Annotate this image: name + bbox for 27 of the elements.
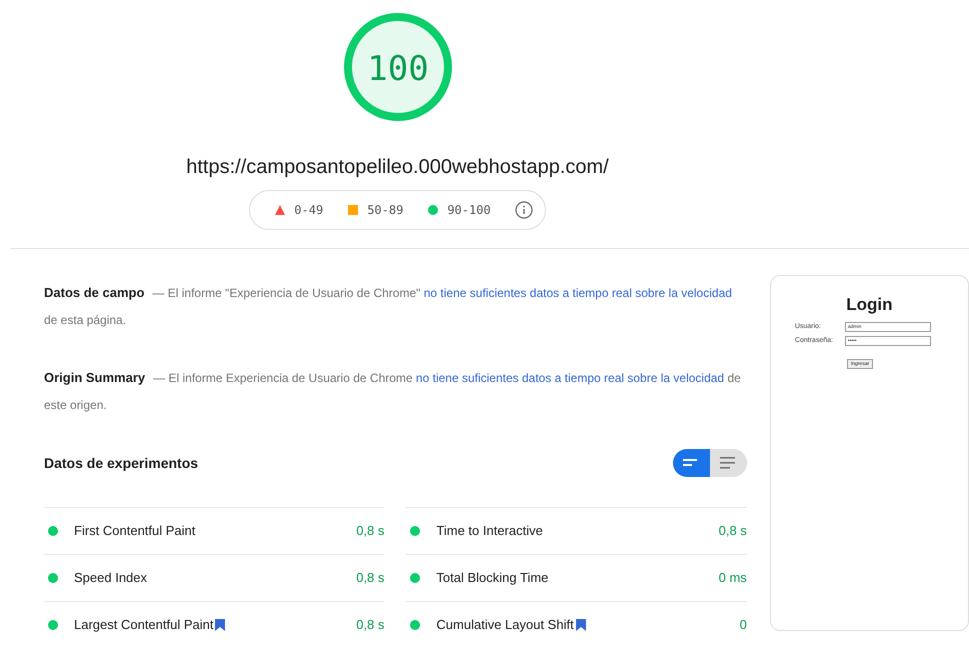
metric-name: First Contentful Paint: [74, 522, 196, 540]
metric-value: 0,8 s: [356, 616, 384, 634]
range-label: 50-89: [367, 202, 404, 219]
metric-name: Speed Index: [74, 569, 148, 588]
data-note: Datos de campo — El informe "Experiencia de Usuario de Chrome" no tiene suficientes datos a tiempo real sobre la velocidad de esta página.: [44, 284, 733, 329]
metric-value: 0: [740, 616, 747, 634]
metric-name: Cumulative Layout Shift: [436, 616, 574, 634]
metric-value: 0,8 s: [356, 569, 384, 588]
score-gauge: 100: [342, 12, 452, 122]
short-lines-icon: [683, 458, 700, 468]
range-label: 0-49: [294, 202, 324, 219]
section-title: Datos de experimentos: [44, 454, 198, 473]
metric-value: 0,8 s: [718, 522, 747, 540]
info-icon[interactable]: [514, 201, 533, 219]
compact-view-button[interactable]: [672, 449, 710, 477]
page-url: https://camposantopelileo.000webhostapp.com/: [186, 155, 609, 180]
metric-name: Time to Interactive: [436, 522, 543, 540]
metric-name: Total Blocking Time: [436, 569, 548, 588]
range-label: 90-100: [447, 202, 491, 219]
metric-value: 0,8 s: [356, 522, 384, 540]
info-link[interactable]: no tiene suficientes datos a tiempo real sobre la velocidad: [416, 371, 724, 385]
metric-value: 0 ms: [718, 569, 747, 588]
data-note: Origin Summary — El informe Experiencia de Usuario de Chrome no tiene suficientes datos a tiempo real sobre la velocidad de este origen.: [44, 369, 742, 414]
login-heading: Login: [845, 294, 894, 316]
lines-icon: [720, 457, 736, 469]
metric-name: Largest Contentful Paint: [74, 616, 214, 634]
info-link[interactable]: no tiene suficientes datos a tiempo real sobre la velocidad: [424, 286, 732, 300]
